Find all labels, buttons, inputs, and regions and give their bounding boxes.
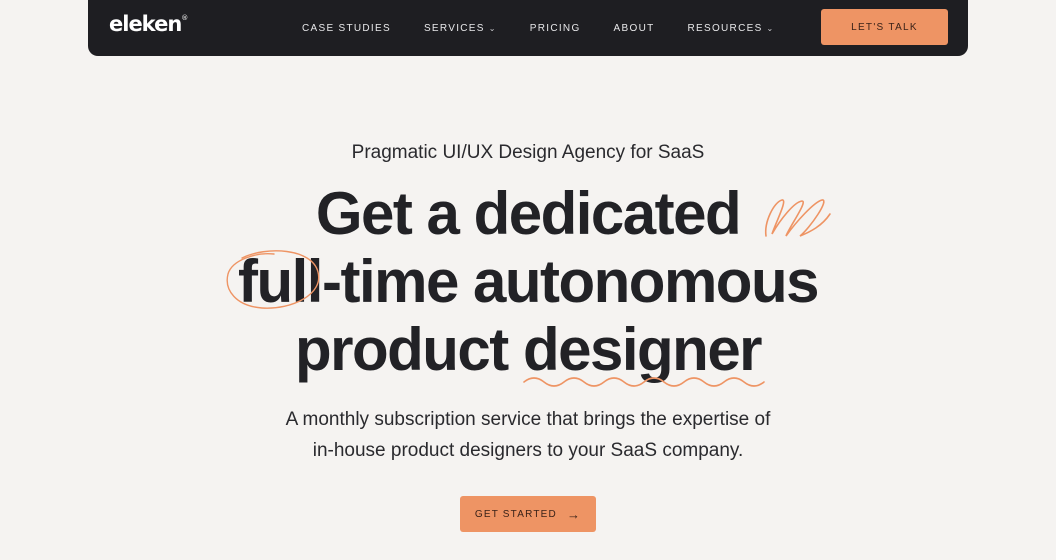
top-navbar: eleken® CASE STUDIES SERVICES ⌄ PRICING …: [88, 0, 968, 56]
lets-talk-button[interactable]: LET'S TALK: [821, 9, 948, 45]
headline-line-3-plain: product: [294, 316, 523, 383]
nav-item-case-studies[interactable]: CASE STUDIES: [302, 23, 391, 34]
headline-circled-word: full: [238, 248, 323, 315]
nav-label: RESOURCES: [687, 22, 763, 34]
headline-underlined-word: designer: [522, 316, 763, 383]
nav-item-pricing[interactable]: PRICING: [530, 23, 581, 34]
nav-item-services[interactable]: SERVICES ⌄: [424, 23, 497, 34]
headline-line-1: Get a dedicated: [315, 180, 742, 247]
logo-text: eleken: [109, 12, 182, 36]
subtitle-line-1: A monthly subscription service that brin…: [285, 409, 771, 430]
hero-headline: Get a dedicated full-time autonomous pro…: [0, 180, 1056, 384]
subtitle-line-2: in-house product designers to your SaaS …: [312, 440, 744, 461]
registered-mark: ®: [181, 14, 188, 22]
nav-item-resources[interactable]: RESOURCES ⌄: [688, 23, 775, 34]
headline-line-2-rest: -time autonomous: [321, 248, 820, 315]
arrow-right-icon: →: [566, 506, 582, 522]
nav-links: CASE STUDIES SERVICES ⌄ PRICING ABOUT RE…: [302, 0, 808, 56]
chevron-down-icon: ⌄: [488, 23, 497, 33]
chevron-down-icon: ⌄: [766, 23, 775, 33]
nav-label: SERVICES: [423, 22, 485, 34]
headline-line-3: product designer: [0, 316, 1056, 384]
headline-line-2: full-time autonomous: [0, 248, 1056, 316]
get-started-label: GET STARTED: [474, 508, 557, 520]
nav-item-about[interactable]: ABOUT: [614, 23, 655, 34]
nav-label: ABOUT: [613, 22, 655, 34]
nav-label: PRICING: [529, 22, 581, 34]
eleken-logo[interactable]: eleken®: [109, 12, 188, 36]
hero-subtitle: A monthly subscription service that brin…: [0, 404, 1056, 466]
get-started-button[interactable]: GET STARTED →: [460, 496, 596, 532]
nav-label: CASE STUDIES: [302, 22, 391, 34]
hero-eyebrow: Pragmatic UI/UX Design Agency for SaaS: [351, 142, 705, 163]
